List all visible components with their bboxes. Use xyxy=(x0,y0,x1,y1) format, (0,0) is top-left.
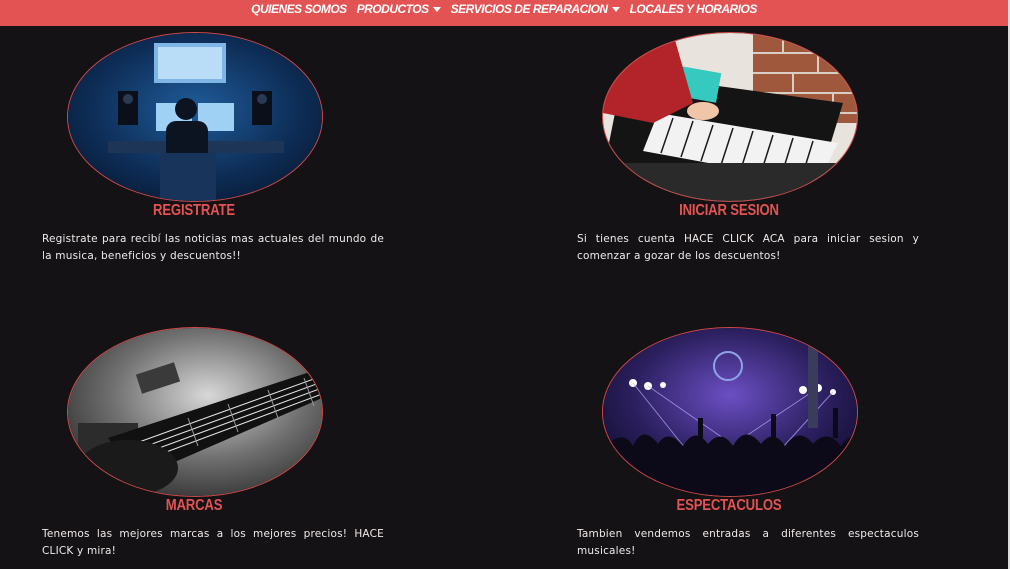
music-studio-photo[interactable] xyxy=(67,32,323,202)
nav-item-productos[interactable]: PRODUCTOS xyxy=(357,2,441,16)
card-description: Tenemos las mejores marcas a los mejores… xyxy=(42,528,384,557)
nav-item-locales[interactable]: LOCALES Y HORARIOS xyxy=(629,2,758,16)
nav-label: QUIENES SOMOS xyxy=(251,2,347,16)
concert-crowd-photo[interactable] xyxy=(602,327,858,497)
nav-label: SERVICIOS DE REPARACION xyxy=(450,2,608,16)
card-title[interactable]: MARCAS xyxy=(90,497,298,515)
midi-keyboard-photo[interactable] xyxy=(602,32,858,202)
nav-label: LOCALES Y HORARIOS xyxy=(629,2,758,16)
card-title[interactable]: REGISTRATE xyxy=(90,202,298,220)
card-description: Registrate para recibí las noticias mas … xyxy=(42,233,384,262)
nav-item-quienes-somos[interactable]: QUIENES SOMOS xyxy=(251,2,347,16)
card-title[interactable]: INICIAR SESION xyxy=(625,202,833,220)
top-navbar: QUIENES SOMOS PRODUCTOS SERVICIOS DE REP… xyxy=(0,0,1008,26)
nav-item-servicios[interactable]: SERVICIOS DE REPARACION xyxy=(451,2,620,16)
card-description: Si tienes cuenta HACE CLICK ACA para ini… xyxy=(577,233,919,262)
card-title[interactable]: ESPECTACULOS xyxy=(625,497,833,515)
nav-label: PRODUCTOS xyxy=(356,2,429,16)
caret-down-icon xyxy=(611,6,620,12)
guitar-photo[interactable] xyxy=(67,327,323,497)
card-description: Tambien vendemos entradas a diferentes e… xyxy=(577,528,919,557)
caret-down-icon xyxy=(432,6,441,12)
